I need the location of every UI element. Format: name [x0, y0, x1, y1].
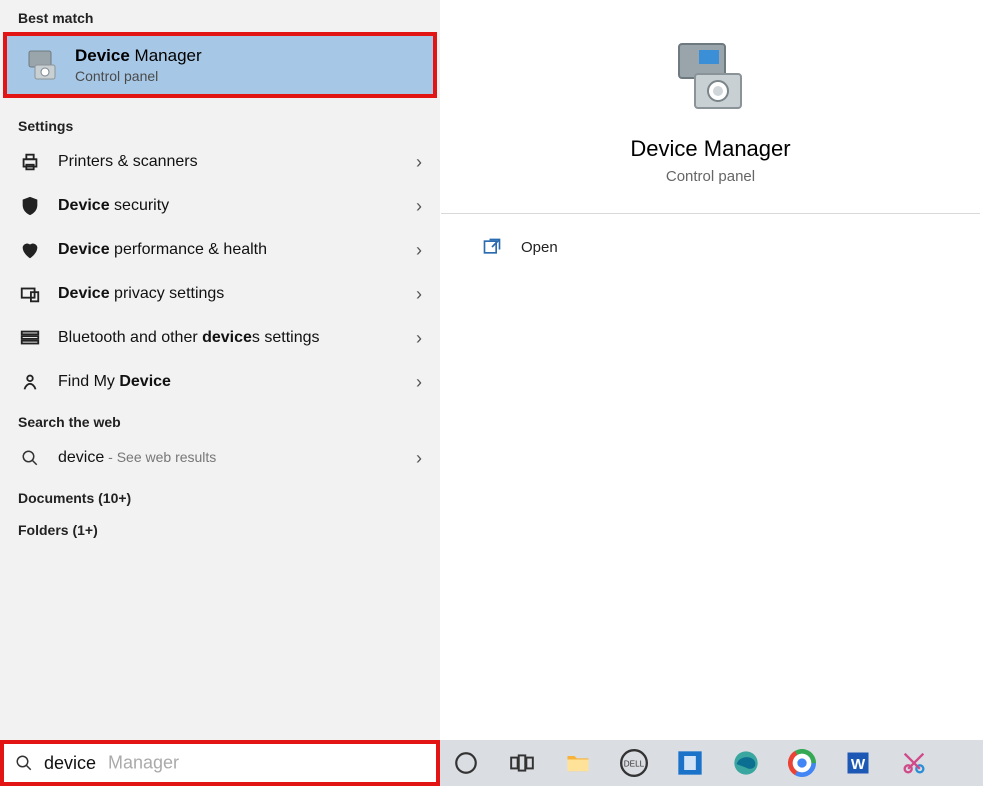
dell-icon[interactable]: DELL: [616, 745, 652, 781]
detail-head: Device Manager Control panel: [441, 0, 980, 214]
detail-subtitle: Control panel: [666, 168, 755, 185]
findmy-icon: [18, 370, 42, 394]
best-match-text: Device Manager Control panel: [75, 46, 202, 84]
folders-header[interactable]: Folders (1+): [0, 512, 440, 544]
chevron-right-icon: ›: [416, 372, 422, 393]
chrome-icon[interactable]: [784, 745, 820, 781]
settings-header: Settings: [0, 108, 440, 140]
detail-title: Device Manager: [630, 136, 790, 162]
word-icon[interactable]: W: [840, 745, 876, 781]
web-header: Search the web: [0, 404, 440, 436]
chevron-right-icon: ›: [416, 448, 422, 469]
device-manager-icon: [25, 47, 61, 83]
taskbar: DELL W: [440, 740, 983, 786]
svg-text:W: W: [851, 756, 866, 773]
open-icon: [481, 236, 503, 258]
taskview-icon[interactable]: [504, 745, 540, 781]
svg-text:DELL: DELL: [624, 760, 645, 769]
settings-item-0[interactable]: Printers & scanners›: [0, 140, 440, 184]
snip-icon[interactable]: [896, 745, 932, 781]
settings-item-label: Bluetooth and other devices settings: [58, 329, 416, 347]
documents-header[interactable]: Documents (10+): [0, 480, 440, 512]
settings-item-1[interactable]: Device security›: [0, 184, 440, 228]
device-manager-icon-large: [669, 34, 753, 118]
best-match-subtitle: Control panel: [75, 68, 202, 84]
web-result-device[interactable]: device - See web results ›: [0, 436, 440, 480]
chevron-right-icon: ›: [416, 328, 422, 349]
printer-icon: [18, 150, 42, 174]
chevron-right-icon: ›: [416, 152, 422, 173]
edge-icon[interactable]: [728, 745, 764, 781]
open-label: Open: [521, 239, 558, 256]
settings-item-2[interactable]: Device performance & health›: [0, 228, 440, 272]
app-square-icon[interactable]: [672, 745, 708, 781]
search-input[interactable]: [44, 753, 426, 774]
settings-item-3[interactable]: Device privacy settings›: [0, 272, 440, 316]
best-match-title-rest: Manager: [130, 46, 202, 65]
settings-item-label: Device privacy settings: [58, 285, 416, 303]
cortana-icon[interactable]: [448, 745, 484, 781]
chevron-right-icon: ›: [416, 196, 422, 217]
search-icon: [18, 446, 42, 470]
settings-item-label: Device performance & health: [58, 241, 416, 259]
best-match-title-bold: Device: [75, 46, 130, 65]
settings-item-label: Find My Device: [58, 373, 416, 391]
search-results-panel: Best match Device Manager Control panel …: [0, 0, 440, 740]
heart-icon: [18, 238, 42, 262]
search-icon: [14, 753, 34, 773]
open-action[interactable]: Open: [441, 214, 980, 280]
web-suffix: - See web results: [104, 449, 216, 465]
detail-panel: Device Manager Control panel Open: [440, 0, 980, 740]
web-result-label: device - See web results: [58, 449, 416, 467]
shield-icon: [18, 194, 42, 218]
file-explorer-icon[interactable]: [560, 745, 596, 781]
privacy-icon: [18, 282, 42, 306]
web-query: device: [58, 449, 104, 466]
settings-item-4[interactable]: Bluetooth and other devices settings›: [0, 316, 440, 360]
settings-item-label: Device security: [58, 197, 416, 215]
settings-item-label: Printers & scanners: [58, 153, 416, 171]
chevron-right-icon: ›: [416, 284, 422, 305]
best-match-device-manager[interactable]: Device Manager Control panel: [3, 32, 437, 98]
bluetooth-icon: [18, 326, 42, 350]
best-match-header: Best match: [0, 0, 440, 32]
settings-item-5[interactable]: Find My Device›: [0, 360, 440, 404]
chevron-right-icon: ›: [416, 240, 422, 261]
search-bar[interactable]: Manager: [0, 740, 440, 786]
